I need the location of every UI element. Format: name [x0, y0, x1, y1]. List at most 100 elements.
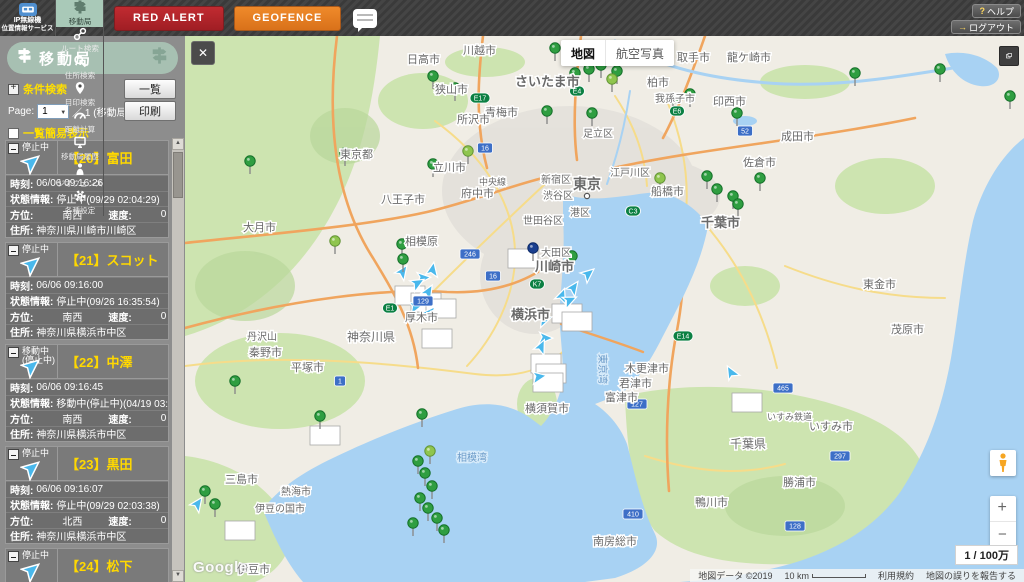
address-value: 神奈川県横浜市中区 [36, 328, 127, 339]
terms-link[interactable]: 利用規約 [878, 569, 914, 582]
page-label: Page: [8, 105, 35, 117]
map-label: 木更津市 [625, 361, 669, 375]
logout-button[interactable]: ログアウト [950, 20, 1021, 34]
road-shield[interactable]: E14 [672, 330, 694, 342]
road-shield[interactable]: 1 [334, 375, 346, 387]
time-value: 06/06 09:16:45 [36, 381, 104, 393]
vehicle-name: 【24】松下 [66, 559, 133, 574]
road-shield[interactable]: C3 [625, 205, 641, 217]
expand-icon[interactable] [8, 82, 19, 95]
svg-text:410: 410 [627, 512, 639, 519]
road-shield[interactable]: 128 [784, 520, 806, 532]
map-label: いすみ鉄道 [767, 411, 812, 422]
nav-item-route-search[interactable]: ルート検索 [56, 27, 104, 54]
status-value: 移動中(停止中)(04/19 03:47:32) [56, 399, 168, 410]
map-type-map[interactable]: 地図 [561, 40, 607, 66]
red-alert-button[interactable]: RED ALERT [114, 5, 224, 31]
road-shield[interactable]: 410 [622, 508, 644, 520]
list-scrollbar[interactable] [172, 138, 184, 582]
map-type-satellite[interactable]: 航空写真 [606, 40, 674, 66]
road-shield[interactable]: E6 [669, 105, 685, 117]
speed-value: 0 km/h [160, 310, 168, 322]
collapse-icon[interactable] [8, 245, 19, 256]
map-label: 東京湾 [596, 354, 609, 384]
vehicle-arrow-icon [18, 563, 41, 582]
map-label: 足立区 [583, 127, 613, 140]
nav-item-label: 目印検索 [64, 98, 95, 107]
vehicle-entry[interactable]: 停止中 【21】スコット 時刻: 06/06 09:16:00 状態情報: 停止中(… [5, 242, 169, 340]
scroll-thumb[interactable] [173, 152, 183, 198]
nav-item-station-history[interactable]: 移動局履歴 [56, 135, 104, 162]
road-shield[interactable]: 465 [772, 382, 794, 394]
message-bubble-icon[interactable] [353, 8, 378, 32]
map-label: 丹沢山 [247, 330, 277, 343]
nav-item-distance-calc[interactable]: 距離計算 [56, 108, 104, 135]
address-value: 神奈川県川崎市川崎区 [36, 226, 137, 237]
pegman-button[interactable] [990, 450, 1016, 476]
map-label: 船橋市 [651, 184, 684, 198]
geofence-button[interactable]: GEOFENCE [233, 5, 342, 31]
vehicle-entry[interactable]: 停止中 【24】松下 時刻:06/06 09:16:23 状態情報:停止中(09… [5, 548, 169, 582]
collapse-icon[interactable] [8, 347, 19, 358]
time-value: 06/06 09:16:00 [36, 279, 104, 291]
road-shield[interactable]: 52 [737, 125, 753, 137]
marker-label-box[interactable] [731, 392, 763, 413]
vehicle-name: 【23】黒田 [66, 457, 133, 472]
marker-label-box[interactable] [421, 328, 453, 349]
scroll-down-icon[interactable] [172, 570, 184, 582]
nav-item-label: ジオフェンス [56, 179, 103, 188]
road-shield[interactable]: 129 [412, 295, 434, 307]
signpost-icon [16, 47, 33, 69]
svg-text:16: 16 [481, 146, 489, 153]
nav-item-geofence[interactable]: ジオフェンス [56, 162, 104, 189]
map-label: 横須賀市 [525, 401, 569, 415]
vehicle-entry[interactable]: 移動中(停止中) 【22】中澤 時刻: 06/06 09:16:45 状態情報: 移… [5, 344, 169, 442]
collapse-icon[interactable] [8, 449, 19, 460]
nav-item-address-search[interactable]: 住所検索 [56, 54, 104, 81]
zoom-in-button[interactable] [990, 496, 1016, 522]
zoom-control [990, 496, 1016, 549]
map-label: 印西市 [713, 94, 746, 108]
map-label: 君津市 [619, 376, 652, 390]
gear-icon [73, 189, 87, 203]
vehicle-entry[interactable]: 停止中 【23】黒田 時刻: 06/06 09:16:07 状態情報: 停止中(09… [5, 446, 169, 544]
help-button[interactable]: ヘルプ [972, 4, 1021, 18]
collapse-icon[interactable] [8, 143, 19, 154]
close-panel-button[interactable] [191, 41, 215, 65]
road-shield[interactable]: K7 [529, 278, 545, 290]
road-shield[interactable]: 16 [477, 142, 493, 154]
heading-label: 方位: [10, 414, 34, 426]
print-button[interactable]: 印刷 [124, 101, 176, 121]
map-canvas[interactable]: 16 16 129 246 1 52 127 465 297 410 128 E1 E17 E4 E6 E14… [185, 36, 1024, 582]
road-shield[interactable]: E17 [469, 92, 491, 104]
map-tool-button[interactable] [999, 46, 1019, 66]
layers-icon [1006, 53, 1012, 59]
nav-item-label: ルート検索 [60, 44, 99, 53]
svg-text:297: 297 [834, 454, 846, 461]
scroll-up-icon[interactable] [172, 138, 184, 150]
nav-item-mobile-station[interactable]: 移動局 [56, 0, 104, 27]
simple-view-checkbox[interactable] [8, 127, 19, 139]
report-error-link[interactable]: 地図の誤りを報告する [926, 569, 1016, 582]
marker-label-box[interactable] [309, 425, 341, 446]
app-logo[interactable]: IP無線機 位置情報サービス [0, 0, 56, 36]
list-button[interactable]: 一覧 [124, 79, 176, 99]
search-icon [73, 54, 87, 68]
svg-text:246: 246 [464, 252, 476, 259]
nav-item-settings[interactable]: 各種設定 [56, 189, 104, 216]
collapse-icon[interactable] [8, 551, 19, 562]
nav-item-label: 移動局履歴 [60, 152, 99, 161]
nav-item-landmark-search[interactable]: 目印検索 [56, 81, 104, 108]
svg-text:E4: E4 [573, 89, 582, 96]
marker-label-box[interactable] [224, 520, 256, 541]
road-shield[interactable]: 16 [485, 270, 501, 282]
marker-label-box[interactable] [561, 311, 593, 332]
svg-text:K7: K7 [533, 282, 542, 289]
road-shield[interactable]: E1 [382, 302, 398, 314]
svg-text:1: 1 [338, 379, 342, 386]
address-value: 神奈川県横浜市中区 [36, 532, 127, 543]
road-shield[interactable]: 246 [459, 248, 481, 260]
svg-text:16: 16 [489, 274, 497, 281]
map-label: 新宿区 [541, 173, 571, 186]
road-shield[interactable]: 297 [829, 450, 851, 462]
